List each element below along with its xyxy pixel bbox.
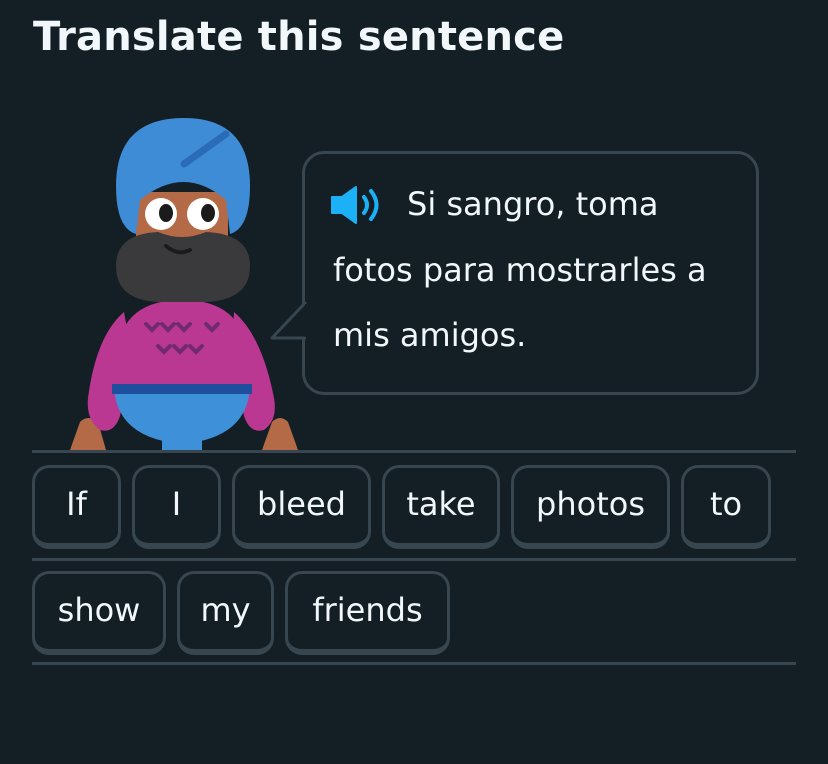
word-chip-photos[interactable]: photos: [511, 465, 670, 549]
answer-line-1: [32, 450, 796, 453]
character-beard: [116, 232, 250, 302]
word-chip-bleed[interactable]: bleed: [232, 465, 371, 549]
character-sweater: [113, 300, 251, 392]
word-chip-if[interactable]: If: [32, 465, 121, 549]
character-illustration: [70, 118, 298, 452]
answer-line-3: [32, 662, 796, 665]
page-title: Translate this sentence: [33, 14, 565, 60]
word-chip-my[interactable]: my: [177, 571, 274, 655]
prompt-sentence: Si sangro, toma fotos para mostrarles a …: [333, 172, 743, 369]
character-belt: [112, 384, 252, 394]
word-chip-friends[interactable]: friends: [285, 571, 450, 655]
word-chip-i[interactable]: I: [132, 465, 221, 549]
word-chip-take[interactable]: take: [382, 465, 500, 549]
answer-line-2: [32, 558, 796, 561]
speech-bubble-tail: [270, 300, 308, 340]
word-chip-to[interactable]: to: [681, 465, 771, 549]
prompt-sentence-text: Si sangro, toma fotos para mostrarles a …: [333, 185, 707, 354]
word-chip-show[interactable]: show: [32, 571, 166, 655]
